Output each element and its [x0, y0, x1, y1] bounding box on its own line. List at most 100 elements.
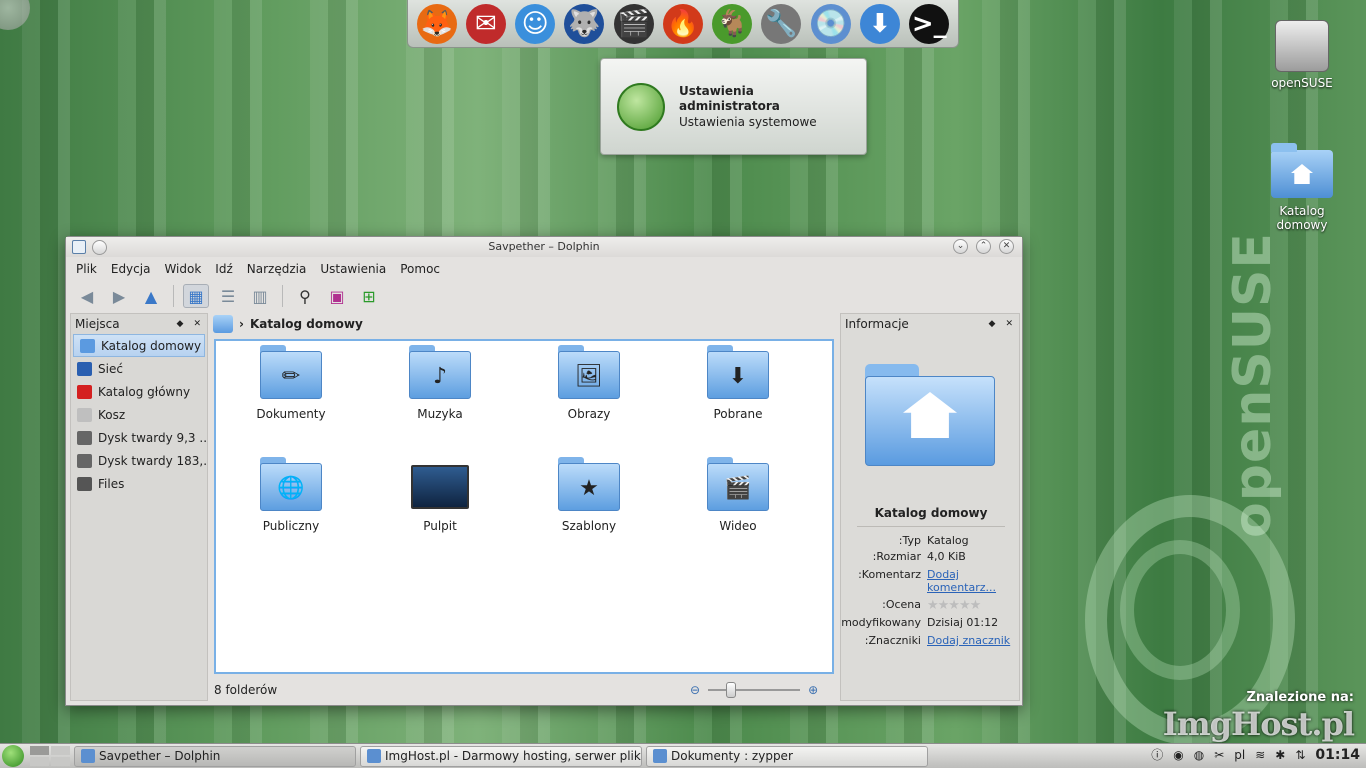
network-icon[interactable]: ⇅ [1295, 748, 1305, 762]
taskbar-task[interactable]: ImgHost.pl - Darmowy hosting, serwer pli… [360, 745, 642, 767]
menu-narzędzia[interactable]: Narzędzia [247, 262, 307, 276]
language-indicator[interactable]: pl [1234, 748, 1245, 762]
folder-item[interactable]: 🌐 Publiczny [236, 457, 346, 533]
chat-icon[interactable]: ☺ [513, 2, 558, 46]
forward-arrow-icon[interactable]: ▶ [106, 284, 132, 308]
places-item[interactable]: Katalog domowy [73, 334, 205, 357]
burner-icon[interactable]: 🔥 [660, 2, 705, 46]
home-icon[interactable] [213, 315, 233, 333]
menu-ustawienia[interactable]: Ustawienia [320, 262, 386, 276]
close-button[interactable]: ✕ [999, 239, 1014, 254]
info-value: Dzisiaj 01:12 [927, 616, 999, 629]
kde-icon[interactable]: ◉ [1173, 748, 1183, 762]
wifi-icon[interactable]: ≋ [1255, 748, 1265, 762]
folder-icon: 🖼 [558, 345, 620, 399]
desktop-folder-icon [411, 465, 469, 509]
info-link[interactable]: Dodaj znacznik [927, 634, 1021, 647]
places-item-label: Sieć [98, 361, 123, 376]
columns-view-icon[interactable]: ▥ [247, 284, 273, 308]
close-icon[interactable]: ✕ [1005, 319, 1013, 329]
places-item[interactable]: Dysk twardy 9,3 ... [71, 426, 207, 449]
mail-icon[interactable]: ✉ [463, 2, 508, 46]
zoom-in-icon[interactable]: ⊕ [808, 683, 818, 697]
menu-widok[interactable]: Widok [164, 262, 201, 276]
details-view-icon[interactable]: ☰ [215, 284, 241, 308]
tooltip-subtitle: Ustawienia systemowe [679, 115, 817, 129]
menu-edycja[interactable]: Edycja [111, 262, 151, 276]
info-key: Znaczniki: [864, 634, 921, 647]
window-title: Savpether – Dolphin [488, 240, 600, 253]
clock[interactable]: 01:14 [1315, 747, 1360, 763]
installer-icon[interactable]: 💿 [808, 2, 853, 46]
desktop-icon-home[interactable]: Katalog domowy [1262, 143, 1342, 232]
float-icon[interactable]: ◆ [989, 319, 996, 329]
places-item[interactable]: Katalog główny [71, 380, 207, 403]
info-link[interactable]: Dodaj komentarz... [927, 568, 1021, 594]
taskbar-task[interactable]: Savpether – Dolphin [74, 745, 356, 767]
folder-label: Pobrane [713, 407, 763, 421]
divider [857, 526, 1005, 527]
taskbar-task[interactable]: Dokumenty : zypper [646, 745, 928, 767]
places-item-label: Katalog główny [98, 384, 191, 399]
kde-wolf-icon[interactable]: 🐺 [562, 2, 607, 46]
kickoff-launcher-icon[interactable] [2, 745, 24, 767]
folder-item[interactable]: ★ Szablony [534, 457, 644, 533]
zoom-out-icon[interactable]: ⊖ [690, 683, 700, 697]
desktop-icon-opensuse[interactable]: openSUSE [1262, 20, 1342, 90]
float-icon[interactable]: ◆ [177, 319, 184, 329]
up-arrow-icon[interactable]: ▲ [138, 284, 164, 308]
bluetooth-icon[interactable]: ✱ [1275, 748, 1285, 762]
info-icon[interactable]: ⓘ [1151, 746, 1163, 763]
folder-item[interactable]: ✏ Dokumenty [236, 345, 346, 421]
back-arrow-icon[interactable]: ◀ [74, 284, 100, 308]
folder-item[interactable]: ⬇ Pobrane [683, 345, 793, 421]
maximize-button[interactable]: ⌃ [976, 239, 991, 254]
zoom-control: ⊖ ⊕ [690, 682, 818, 698]
icons-view-icon[interactable]: ▦ [183, 284, 209, 308]
breadcrumb-current[interactable]: Katalog domowy [250, 317, 363, 331]
pager[interactable] [30, 746, 70, 766]
firefox-icon[interactable]: 🦊 [414, 2, 459, 46]
close-icon[interactable]: ✕ [193, 319, 201, 329]
video-editor-icon[interactable]: 🎬 [611, 2, 656, 46]
clipboard-scissors-icon[interactable]: ✂ [1214, 748, 1224, 762]
folder-icon: ✏ [260, 345, 322, 399]
task-app-icon [81, 749, 95, 763]
preview-icon[interactable]: ▣ [324, 284, 350, 308]
desktop-icon-label: openSUSE [1271, 76, 1333, 90]
file-view[interactable]: ✏ Dokumenty ♪ Muzyka 🖼 Obrazy ⬇ Pobrane 🌐 Publicz… [214, 339, 834, 674]
places-item[interactable]: Sieć [71, 357, 207, 380]
find-binoculars-icon[interactable]: ⚲ [292, 284, 318, 308]
window-menu-icon[interactable] [72, 240, 86, 254]
folder-item[interactable]: 🖼 Obrazy [534, 345, 644, 421]
folder-item[interactable]: 🎬 Wideo [683, 457, 793, 533]
updater-icon[interactable]: ◍ [1194, 748, 1204, 762]
desktop-toolbox-button[interactable] [0, 0, 30, 30]
folder-label: Pulpit [423, 519, 457, 533]
minimize-button[interactable]: ⌄ [953, 239, 968, 254]
menu-plik[interactable]: Plik [76, 262, 97, 276]
rating-stars[interactable]: ★★★★★ [927, 598, 1021, 613]
download-icon[interactable]: ⬇ [857, 2, 902, 46]
folder-icon: ♪ [409, 345, 471, 399]
menu-pomoc[interactable]: Pomoc [400, 262, 440, 276]
sticky-button[interactable] [92, 240, 107, 255]
window-titlebar[interactable]: Savpether – Dolphin ⌄ ⌃ ✕ [66, 237, 1022, 257]
split-view-icon[interactable]: ⊞ [356, 284, 382, 308]
tools-icon[interactable]: 🔧 [759, 2, 804, 46]
folder-item[interactable]: ♪ Muzyka [385, 345, 495, 421]
yast-icon [617, 83, 665, 131]
places-item[interactable]: Files [71, 472, 207, 495]
folder-label: Publiczny [262, 519, 320, 533]
info-row: Znaczniki: Dodaj znacznik [841, 634, 1021, 647]
terminal-icon[interactable]: >_ [907, 2, 952, 46]
yast-icon[interactable]: 🐐 [710, 2, 755, 46]
watermark: Znalezione na: ImgHost.pl [1163, 690, 1355, 743]
folder-item[interactable]: Pulpit [385, 457, 495, 533]
zoom-slider[interactable] [708, 682, 801, 698]
menu-idź[interactable]: Idź [215, 262, 232, 276]
info-key: modyfikowany: [841, 616, 921, 629]
places-item[interactable]: Dysk twardy 183,... [71, 449, 207, 472]
info-row: Rozmiar: 4,0 KiB [841, 550, 1021, 563]
places-item[interactable]: Kosz [71, 403, 207, 426]
